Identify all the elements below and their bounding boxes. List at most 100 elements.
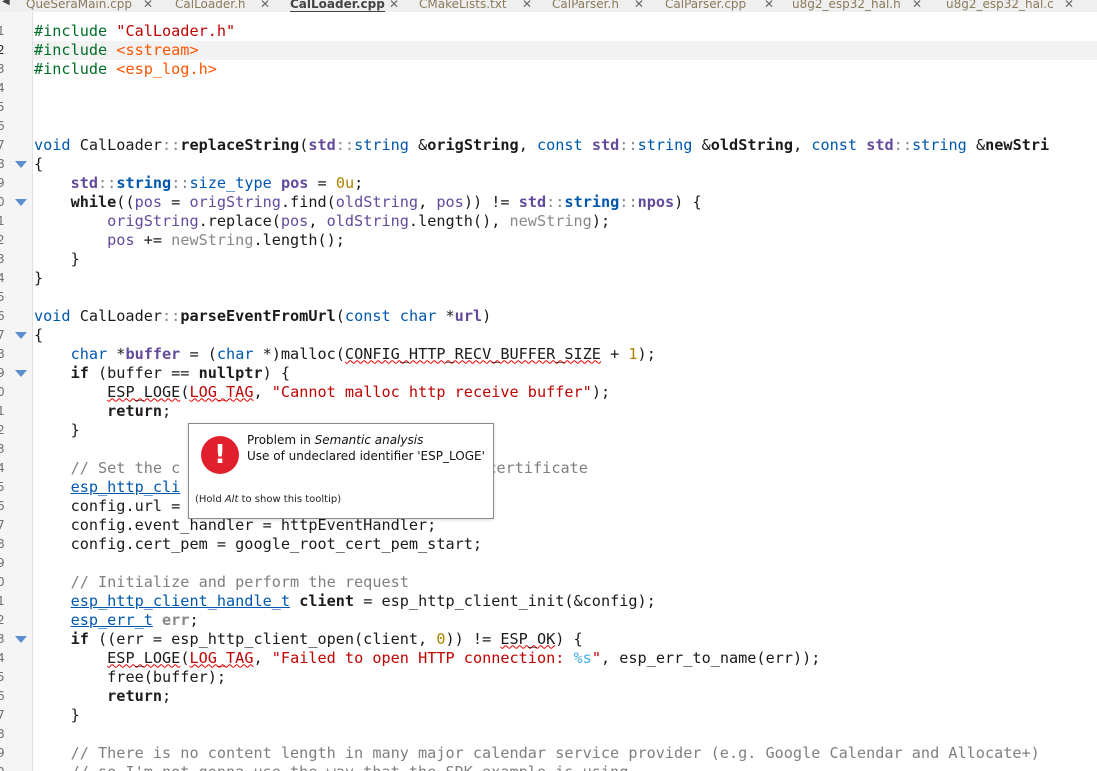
line-number: 9 xyxy=(0,745,5,760)
line-number: 4 xyxy=(0,80,5,95)
line-number: 9 xyxy=(0,365,5,380)
code-editor[interactable]: 1 2 3 4 5 6 7 8 9 0 1 2 3 4 5 6 7 8 9 0 1 2 3 4 5 6 7 8 9 0 1 2 3 4 5 6 7 8 9 0… xyxy=(0,12,1097,771)
tab-1[interactable]: CalLoader.h ✕ xyxy=(175,0,270,12)
code-line-37[interactable]: } xyxy=(34,706,80,725)
tab-scroll-left-icon[interactable]: ◀ xyxy=(2,0,10,7)
tab-label: CMakeLists.txt xyxy=(419,0,507,11)
code-line-11[interactable]: origString.replace(pos, oldString.length… xyxy=(34,212,610,231)
code-line-9[interactable]: std::string::size_type pos = 0u; xyxy=(34,174,364,193)
tab-3[interactable]: CMakeLists.txt ✕ xyxy=(419,0,532,12)
tab-close-icon[interactable]: ✕ xyxy=(912,0,922,12)
tab-4[interactable]: CalParser.h ✕ xyxy=(552,0,644,12)
line-number: 3 xyxy=(0,631,5,646)
tab-bar: ◀ QueSeraMain.cpp ✕ CalLoader.h ✕ CalLoader.… xyxy=(0,0,1097,12)
problem-tooltip: ! Problem in Semantic analysis Use of un… xyxy=(188,423,494,519)
line-number: 9 xyxy=(0,555,5,570)
line-number: 2 xyxy=(0,232,5,247)
line-number: 4 xyxy=(0,460,5,475)
code-line-36[interactable]: return; xyxy=(34,687,171,706)
tab-label: CalLoader.cpp xyxy=(290,0,385,12)
code-line-12[interactable]: pos += newString.length(); xyxy=(34,231,345,250)
fold-arrow-icon[interactable] xyxy=(15,198,27,206)
tab-label: CalLoader.h xyxy=(175,0,246,11)
line-number: 6 xyxy=(0,498,5,513)
tab-close-icon[interactable]: ✕ xyxy=(634,0,644,12)
code-line-21[interactable]: return; xyxy=(34,402,171,421)
line-number: 1 xyxy=(0,213,5,228)
tab-7[interactable]: u8g2_esp32_hal.c ✕ xyxy=(946,0,1074,12)
code-line-35[interactable]: free(buffer); xyxy=(34,668,226,687)
fold-arrow-icon[interactable] xyxy=(15,369,27,377)
fold-arrow-icon[interactable] xyxy=(15,635,27,643)
code-line-8[interactable]: { xyxy=(34,155,43,174)
fold-arrow-icon[interactable] xyxy=(15,331,27,339)
line-number: 5 xyxy=(0,99,5,114)
line-number: 6 xyxy=(0,688,5,703)
line-number: 5 xyxy=(0,669,5,684)
tab-close-icon[interactable]: ✕ xyxy=(1064,0,1074,12)
code-line-16[interactable]: void CalLoader::parseEventFromUrl(const … xyxy=(34,307,491,326)
line-number: 8 xyxy=(0,536,5,551)
line-number: 3 xyxy=(0,251,5,266)
fold-arrow-icon[interactable] xyxy=(15,160,27,168)
tab-5[interactable]: CalParser.cpp ✕ xyxy=(665,0,774,12)
tab-close-icon[interactable]: ✕ xyxy=(260,0,270,12)
code-line-40[interactable]: // so I'm not gonna use the way that the… xyxy=(34,763,629,771)
code-line-25[interactable]: esp_http_cli xyxy=(34,478,181,497)
tab-6[interactable]: u8g2_esp32_hal.h ✕ xyxy=(792,0,922,12)
line-number: 4 xyxy=(0,650,5,665)
code-line-13[interactable]: } xyxy=(34,250,80,269)
line-number: 4 xyxy=(0,270,5,285)
code-line-39[interactable]: // There is no content length in many ma… xyxy=(34,744,1040,763)
tab-label: CalParser.cpp xyxy=(665,0,747,11)
code-line-1[interactable]: #include "CalLoader.h" xyxy=(34,22,235,41)
code-line-18[interactable]: char *buffer = (char *)malloc(CONFIG_HTT… xyxy=(34,345,656,364)
line-number: 5 xyxy=(0,479,5,494)
tab-label: u8g2_esp32_hal.c xyxy=(946,0,1054,11)
line-number: 9 xyxy=(0,175,5,190)
line-number: 2 xyxy=(0,612,5,627)
code-line-2[interactable]: #include <sstream> xyxy=(34,41,199,60)
code-line-3[interactable]: #include <esp_log.h> xyxy=(34,60,217,79)
code-line-30[interactable]: // Initialize and perform the request xyxy=(34,573,409,592)
tooltip-title: Problem in Semantic analysis xyxy=(247,433,424,447)
line-number: 8 xyxy=(0,156,5,171)
line-number: 7 xyxy=(0,327,5,342)
code-line-26[interactable]: config.url = xyxy=(34,497,181,516)
code-line-32[interactable]: esp_err_t err; xyxy=(34,611,199,630)
line-number: 0 xyxy=(0,384,5,399)
line-number: 7 xyxy=(0,517,5,532)
tab-0[interactable]: QueSeraMain.cpp ✕ xyxy=(26,0,153,12)
tab-2[interactable]: CalLoader.cpp ✕ xyxy=(290,0,399,12)
code-line-31[interactable]: esp_http_client_handle_t client = esp_ht… xyxy=(34,592,656,611)
line-number: 1 xyxy=(0,593,5,608)
code-line-34[interactable]: ESP_LOGE(LOG_TAG, "Failed to open HTTP c… xyxy=(34,649,820,668)
line-number: 3 xyxy=(0,61,5,76)
code-line-28[interactable]: config.cert_pem = google_root_cert_pem_s… xyxy=(34,535,482,554)
code-line-17[interactable]: { xyxy=(34,326,43,345)
code-line-19[interactable]: if (buffer == nullptr) { xyxy=(34,364,290,383)
code-line-14[interactable]: } xyxy=(34,269,43,288)
tooltip-hint: (Hold Alt to show this tooltip) xyxy=(195,494,342,505)
tab-close-icon[interactable]: ✕ xyxy=(389,0,399,12)
tab-close-icon[interactable]: ✕ xyxy=(764,0,774,12)
code-line-10[interactable]: while((pos = origString.find(oldString, … xyxy=(34,193,702,212)
line-number: 7 xyxy=(0,137,5,152)
error-icon: ! xyxy=(201,436,239,474)
tab-close-icon[interactable]: ✕ xyxy=(522,0,532,12)
code-line-33[interactable]: if ((err = esp_http_client_open(client, … xyxy=(34,630,583,649)
line-number: 1 xyxy=(0,23,5,38)
line-number-gutter: 1 2 3 4 5 6 7 8 9 0 1 2 3 4 5 6 7 8 9 0 1 2 3 4 5 6 7 8 9 0 1 2 3 4 5 6 7 8 9 0 xyxy=(0,12,33,771)
line-number: 6 xyxy=(0,308,5,323)
tab-label: u8g2_esp32_hal.h xyxy=(792,0,901,11)
tooltip-message: Use of undeclared identifier 'ESP_LOGE' xyxy=(247,449,485,463)
code-line-7[interactable]: void CalLoader::replaceString(std::strin… xyxy=(34,136,1049,155)
code-line-20[interactable]: ESP_LOGE(LOG_TAG, "Cannot malloc http re… xyxy=(34,383,610,402)
code-line-22[interactable]: } xyxy=(34,421,80,440)
line-number: 8 xyxy=(0,726,5,741)
tab-close-icon[interactable]: ✕ xyxy=(143,0,153,12)
line-number: 0 xyxy=(0,763,7,771)
line-number: 8 xyxy=(0,346,5,361)
line-number: 6 xyxy=(0,118,5,133)
line-number: 3 xyxy=(0,441,5,456)
